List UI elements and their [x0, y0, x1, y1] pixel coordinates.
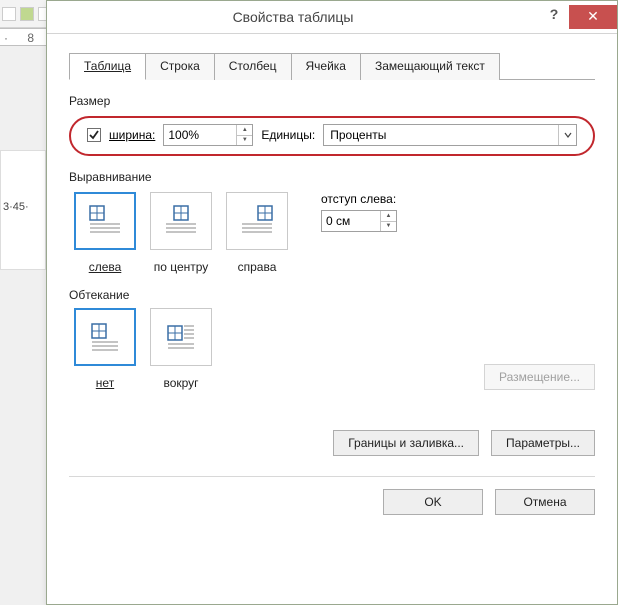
tab-table[interactable]: Таблица — [69, 53, 146, 80]
borders-shading-button[interactable]: Границы и заливка... — [333, 430, 479, 456]
document-fragment: 3·45· — [0, 150, 46, 270]
spin-up-icon[interactable]: ▲ — [381, 211, 396, 222]
indent-group: отступ слева: ▲▼ — [321, 192, 397, 232]
units-combobox[interactable]: Проценты — [323, 124, 577, 146]
units-value: Проценты — [324, 125, 558, 145]
tab-strip: Таблица Строка Столбец Ячейка Замещающий… — [69, 52, 595, 80]
align-left-label: слева — [69, 260, 141, 274]
wrap-none-label: нет — [69, 376, 141, 390]
size-group-label: Размер — [69, 94, 595, 108]
indent-spinner[interactable]: ▲▼ — [321, 210, 397, 232]
wrap-around-label: вокруг — [145, 376, 217, 390]
options-button[interactable]: Параметры... — [491, 430, 595, 456]
width-input[interactable] — [164, 125, 236, 145]
titlebar: Свойства таблицы ? ✕ — [47, 1, 617, 34]
width-checkbox[interactable] — [87, 128, 101, 142]
alignment-group-label: Выравнивание — [69, 170, 595, 184]
cancel-button[interactable]: Отмена — [495, 489, 595, 515]
tab-column[interactable]: Столбец — [214, 53, 292, 80]
size-row-highlighted: ширина: ▲▼ Единицы: Проценты — [69, 116, 595, 156]
chevron-down-icon[interactable] — [558, 125, 576, 145]
tab-cell[interactable]: Ячейка — [291, 53, 361, 80]
indent-label: отступ слева: — [321, 192, 397, 206]
align-right-label: справа — [221, 260, 293, 274]
ok-button[interactable]: OK — [383, 489, 483, 515]
align-right-option[interactable]: справа — [221, 192, 293, 274]
align-center-label: по центру — [145, 260, 217, 274]
spin-down-icon[interactable]: ▼ — [237, 136, 252, 146]
wrap-group-label: Обтекание — [69, 288, 595, 302]
wrap-around-option[interactable]: вокруг — [145, 308, 217, 390]
tab-alt-text[interactable]: Замещающий текст — [360, 53, 500, 80]
indent-input[interactable] — [322, 211, 380, 231]
spin-up-icon[interactable]: ▲ — [237, 125, 252, 136]
dialog-title: Свойства таблицы — [47, 9, 539, 25]
width-label: ширина: — [109, 128, 155, 142]
align-center-option[interactable]: по центру — [145, 192, 217, 274]
tab-row[interactable]: Строка — [145, 53, 215, 80]
wrap-none-option[interactable]: нет — [69, 308, 141, 390]
units-label: Единицы: — [261, 128, 315, 142]
width-spinner[interactable]: ▲▼ — [163, 124, 253, 146]
placement-button: Размещение... — [484, 364, 595, 390]
close-button[interactable]: ✕ — [569, 5, 617, 29]
help-button[interactable]: ? — [539, 6, 569, 28]
align-left-option[interactable]: слева — [69, 192, 141, 274]
spin-down-icon[interactable]: ▼ — [381, 222, 396, 232]
table-properties-dialog: Свойства таблицы ? ✕ Таблица Строка Стол… — [46, 0, 618, 605]
